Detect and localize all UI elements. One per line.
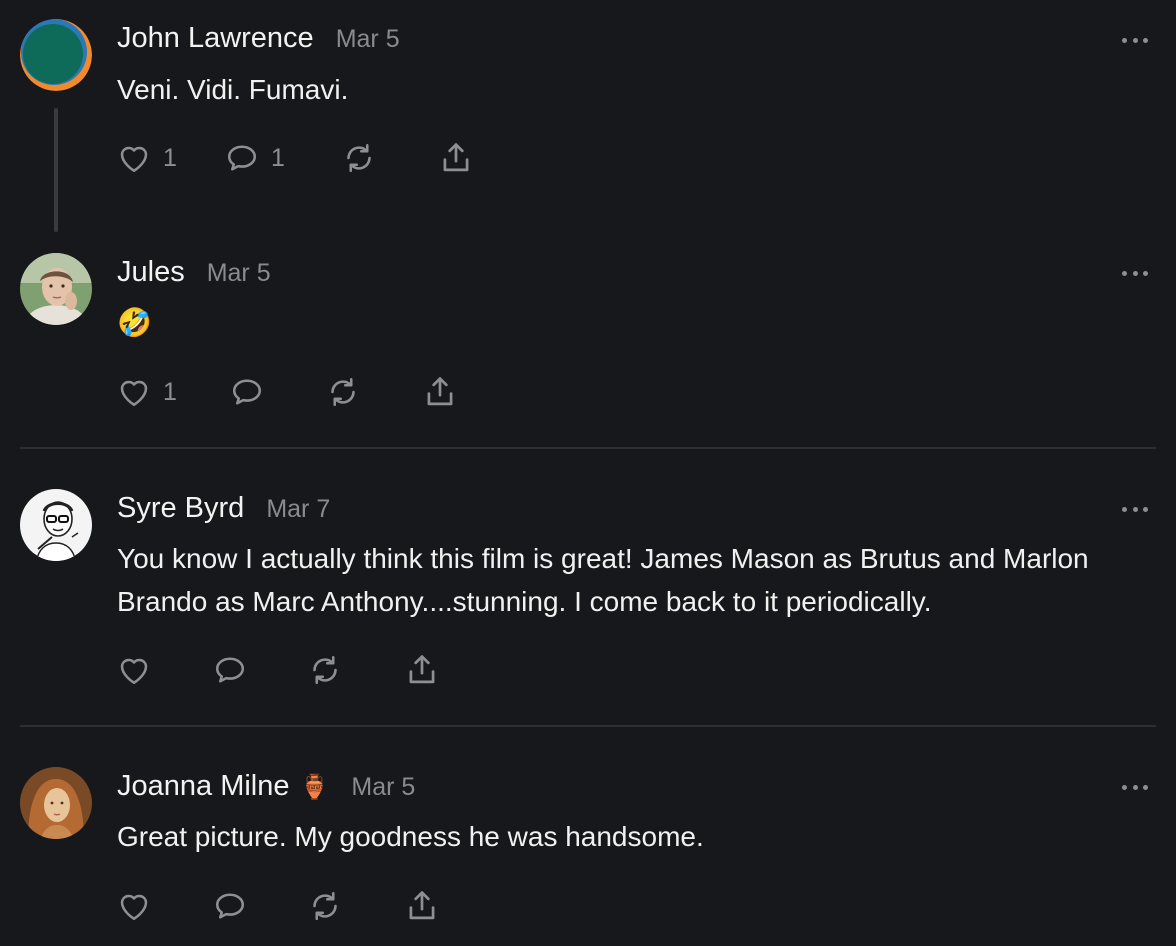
comment-text: Great picture. My goodness he was handso… — [117, 821, 704, 852]
comment-header: Joanna Milne 🏺 Mar 5 — [117, 770, 415, 803]
comment-icon — [232, 379, 262, 405]
like-button[interactable]: 1 — [115, 138, 177, 178]
thread-line — [54, 108, 58, 232]
comment-date[interactable]: Mar 5 — [336, 25, 400, 54]
share-button[interactable] — [437, 138, 475, 178]
like-count: 1 — [163, 377, 177, 406]
heart-icon — [120, 380, 148, 407]
author-flair: 🏺 — [299, 774, 330, 801]
comment-date[interactable]: Mar 5 — [351, 773, 415, 802]
reply-button[interactable] — [211, 886, 249, 926]
heart-icon — [120, 894, 148, 921]
comment-text: You know I actually think this film is g… — [117, 543, 1089, 617]
divider — [20, 447, 1156, 449]
heart-icon — [120, 146, 148, 173]
share-icon — [427, 377, 453, 406]
restack-icon — [331, 377, 355, 407]
share-button[interactable] — [403, 886, 441, 926]
reply-button[interactable]: 1 — [223, 138, 285, 178]
comment-header: Jules Mar 5 — [117, 256, 271, 289]
divider — [20, 725, 1156, 727]
restack-button[interactable] — [306, 650, 344, 690]
more-options-icon[interactable] — [1122, 269, 1148, 277]
avatar[interactable] — [20, 489, 92, 561]
share-button[interactable] — [403, 650, 441, 690]
comment-date[interactable]: Mar 5 — [207, 259, 271, 288]
restack-icon — [313, 891, 337, 921]
comment-date[interactable]: Mar 7 — [266, 495, 330, 524]
share-icon — [409, 655, 435, 684]
more-options-icon[interactable] — [1122, 783, 1148, 791]
reply-button[interactable] — [211, 650, 249, 690]
restack-button[interactable] — [306, 886, 344, 926]
restack-button[interactable] — [324, 372, 362, 412]
more-options-icon[interactable] — [1122, 36, 1148, 44]
share-icon — [443, 143, 469, 172]
comment-icon — [227, 145, 257, 171]
author-name[interactable]: Syre Byrd — [117, 492, 244, 525]
like-button[interactable]: 1 — [115, 372, 177, 412]
comment-text: 🤣 — [117, 307, 152, 338]
like-count: 1 — [163, 143, 177, 172]
comment-text: Veni. Vidi. Fumavi. — [117, 74, 349, 105]
avatar[interactable] — [20, 253, 92, 325]
comment-icon — [215, 893, 245, 919]
author-name[interactable]: Joanna Milne — [117, 770, 290, 803]
restack-icon — [313, 655, 337, 685]
avatar[interactable] — [20, 767, 92, 839]
share-icon — [409, 891, 435, 920]
heart-icon — [120, 658, 148, 685]
more-options-icon[interactable] — [1122, 505, 1148, 513]
author-name[interactable]: John Lawrence — [117, 22, 314, 55]
share-button[interactable] — [421, 372, 459, 412]
comment-header: John Lawrence Mar 5 — [117, 22, 400, 55]
reply-count: 1 — [271, 143, 285, 172]
avatar[interactable] — [20, 19, 92, 91]
reply-button[interactable] — [228, 372, 276, 412]
like-button[interactable] — [115, 650, 153, 690]
like-button[interactable] — [115, 886, 153, 926]
comment-header: Syre Byrd Mar 7 — [117, 492, 330, 525]
comment-icon — [215, 657, 245, 683]
author-name[interactable]: Jules — [117, 256, 185, 289]
restack-button[interactable] — [340, 138, 378, 178]
restack-icon — [347, 143, 371, 173]
